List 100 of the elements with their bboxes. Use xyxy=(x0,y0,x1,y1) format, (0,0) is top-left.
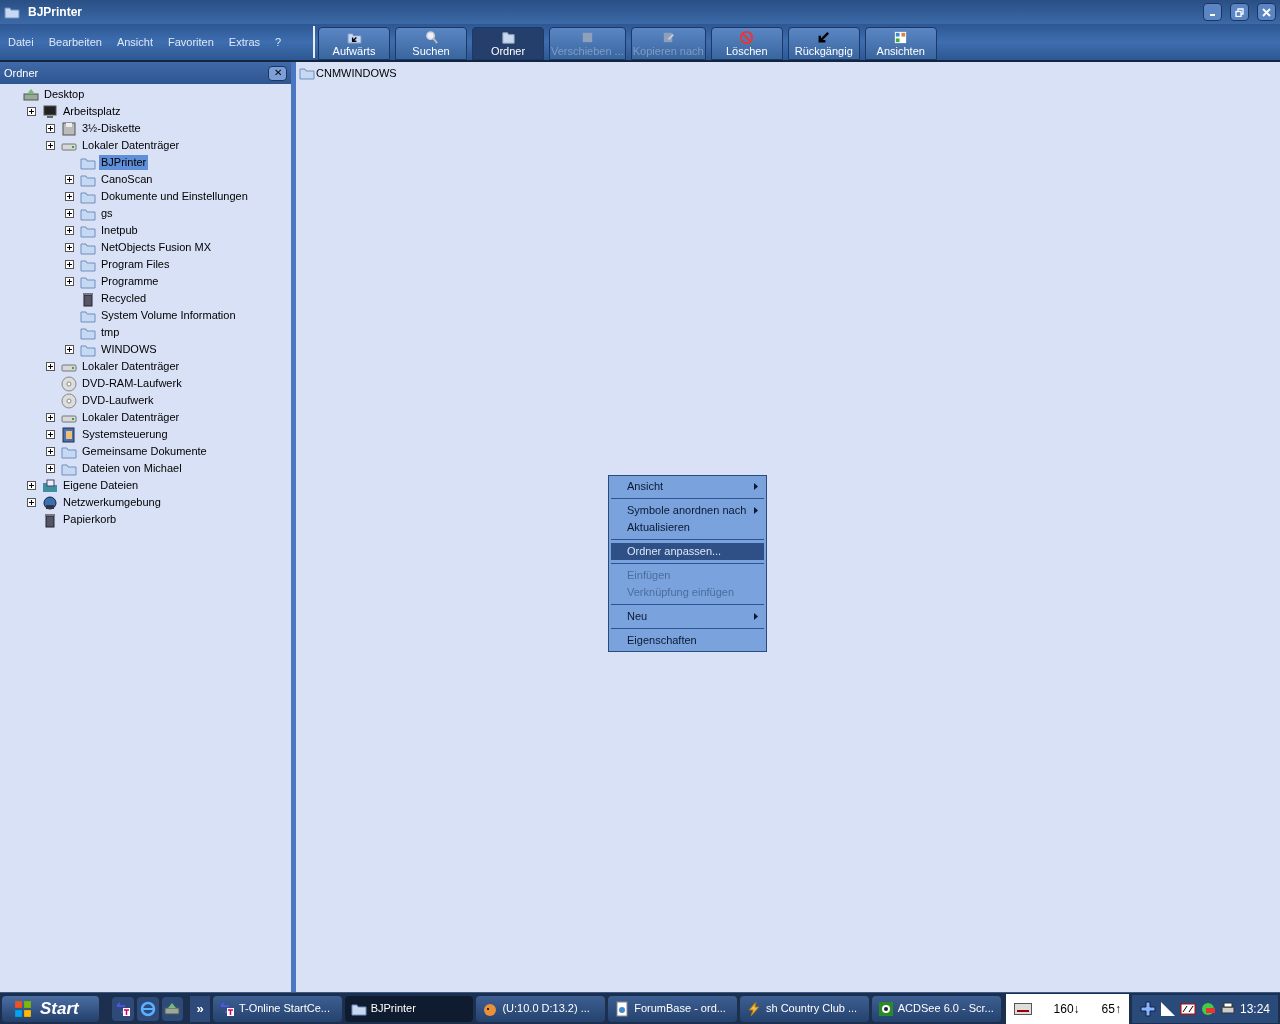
views-icon xyxy=(893,30,909,45)
expand-toggle-icon[interactable] xyxy=(64,345,74,354)
trash-icon xyxy=(42,511,58,528)
menu-item[interactable]: Ansicht xyxy=(116,33,153,51)
tree-item[interactable]: Recycled xyxy=(99,291,149,306)
toolbar-button[interactable]: Aufwärts xyxy=(318,27,390,60)
menu-item[interactable]: Symbole anordnen nach xyxy=(611,502,764,519)
expand-toggle-icon[interactable] xyxy=(45,413,55,422)
tree-item[interactable]: gs xyxy=(99,206,115,221)
menu-item[interactable]: Bearbeiten xyxy=(48,33,102,51)
task-button[interactable]: ACDSee 6.0 - Scr... xyxy=(871,995,1001,1022)
menu-item[interactable]: ? xyxy=(275,33,282,51)
documents-folder-icon xyxy=(42,477,58,494)
floppy-drive-icon xyxy=(61,120,77,137)
file-item[interactable]: CNMWINDOWS xyxy=(316,65,397,82)
browser-icon xyxy=(139,1000,156,1017)
expand-toggle-icon[interactable] xyxy=(26,498,36,507)
expand-toggle-icon[interactable] xyxy=(26,481,36,490)
expand-toggle-icon[interactable] xyxy=(64,192,74,201)
tree-item[interactable]: Program Files xyxy=(99,257,172,272)
expand-toggle-icon[interactable] xyxy=(64,260,74,269)
expand-toggle-icon[interactable] xyxy=(64,226,74,235)
task-button[interactable]: BJPrinter xyxy=(344,995,474,1022)
tree-item[interactable]: Lokaler Datenträger xyxy=(80,359,182,374)
tree-item[interactable]: Arbeitsplatz xyxy=(61,104,123,119)
delete-icon xyxy=(739,30,755,45)
toolbar-button[interactable]: Rückgängig xyxy=(787,27,860,60)
more-button[interactable]: » xyxy=(190,995,210,1022)
dsl-icon xyxy=(1013,1002,1032,1015)
clock: 13:24 xyxy=(1239,1000,1270,1018)
quick-launch-button[interactable] xyxy=(137,996,159,1021)
tree-item[interactable]: Dateien von Michael xyxy=(80,461,184,476)
menu-item[interactable]: Datei xyxy=(8,33,34,51)
tree-item[interactable]: Dokumente und Einstellungen xyxy=(99,189,250,204)
menu-item[interactable]: Favoriten xyxy=(168,33,214,51)
tree-item[interactable]: Programme xyxy=(99,274,161,289)
tree-item[interactable]: WINDOWS xyxy=(99,342,159,357)
tree-item[interactable]: Systemsteuerung xyxy=(80,427,170,442)
menu-item[interactable]: Extras xyxy=(228,33,261,51)
menu-item[interactable]: Aktualisieren xyxy=(611,519,764,536)
menu-item[interactable]: Ordner anpassen... xyxy=(611,543,764,560)
toolbar-button[interactable]: Löschen xyxy=(710,27,783,60)
tree-item[interactable]: Papierkorb xyxy=(61,512,119,527)
expand-toggle-icon[interactable] xyxy=(64,175,74,184)
tree-item[interactable]: Eigene Dateien xyxy=(61,478,141,493)
tree-item[interactable]: Lokaler Datenträger xyxy=(80,410,182,425)
expand-toggle-icon[interactable] xyxy=(45,362,55,371)
expand-toggle-icon[interactable] xyxy=(45,141,55,150)
expand-toggle-icon[interactable] xyxy=(26,107,36,116)
tree-item[interactable]: Gemeinsame Dokumente xyxy=(80,444,209,459)
expand-toggle-icon[interactable] xyxy=(64,209,74,218)
expand-toggle-icon[interactable] xyxy=(45,124,55,133)
tree-item[interactable]: NetObjects Fusion MX xyxy=(99,240,214,255)
restore-icon xyxy=(1235,7,1244,17)
trash-icon xyxy=(80,290,96,307)
expand-toggle-icon[interactable] xyxy=(64,277,74,286)
tree-item[interactable]: Lokaler Datenträger xyxy=(80,138,182,153)
tree-item[interactable]: Desktop xyxy=(42,87,87,102)
quick-launch-button[interactable] xyxy=(112,996,135,1021)
tree-item[interactable]: 3½-Diskette xyxy=(80,121,143,136)
menu-item[interactable]: Neu xyxy=(611,608,764,625)
eye-icon xyxy=(877,1000,894,1017)
quick-launch-button[interactable] xyxy=(161,996,184,1021)
task-button[interactable]: sh Country Club ... xyxy=(740,995,869,1022)
minimize-button[interactable] xyxy=(1203,3,1222,21)
upload-rate: 65↑ xyxy=(1101,1000,1121,1018)
task-button[interactable]: (U:10.0 D:13.2) ... xyxy=(476,995,606,1022)
minimize-icon xyxy=(1210,14,1215,16)
network-icon xyxy=(42,494,58,511)
close-button[interactable]: ✕ xyxy=(268,65,287,81)
control-panel-icon xyxy=(61,426,77,443)
restore-button[interactable] xyxy=(1230,3,1249,21)
computer-icon xyxy=(42,103,58,120)
tree-item[interactable]: tmp xyxy=(99,325,122,340)
menu-item[interactable]: Eigenschaften xyxy=(611,632,764,649)
disc-icon xyxy=(61,375,77,392)
task-button[interactable]: ForumBase - ord... xyxy=(608,995,737,1022)
windows-logo-icon xyxy=(14,999,32,1018)
tree-item[interactable]: Netzwerkumgebung xyxy=(61,495,163,510)
menu-item[interactable]: Ansicht xyxy=(611,478,764,495)
arrows-icon xyxy=(115,1000,132,1017)
expand-toggle-icon[interactable] xyxy=(45,430,55,439)
tree-item[interactable]: CanoScan xyxy=(99,172,155,187)
tree-item[interactable]: Inetpub xyxy=(99,223,140,238)
close-button[interactable] xyxy=(1257,3,1276,21)
start-button[interactable]: Start xyxy=(2,995,99,1022)
task-button[interactable]: T-Online StartCe... xyxy=(212,995,342,1022)
expand-toggle-icon[interactable] xyxy=(45,464,55,473)
folder-up-icon xyxy=(346,30,362,45)
tree-item[interactable]: System Volume Information xyxy=(99,308,238,323)
expand-toggle-icon[interactable] xyxy=(64,243,74,252)
close-icon xyxy=(1262,7,1271,17)
tree-item[interactable]: DVD-Laufwerk xyxy=(80,393,156,408)
toolbar-button[interactable]: Ansichten xyxy=(864,27,937,60)
expand-toggle-icon[interactable] xyxy=(45,447,55,456)
toolbar-button[interactable]: Suchen xyxy=(395,27,467,60)
folder-icon xyxy=(299,65,315,82)
tree-item[interactable]: DVD-RAM-Laufwerk xyxy=(80,376,184,391)
toolbar-button[interactable]: Ordner xyxy=(472,27,544,60)
tree-item[interactable]: BJPrinter xyxy=(99,155,149,170)
